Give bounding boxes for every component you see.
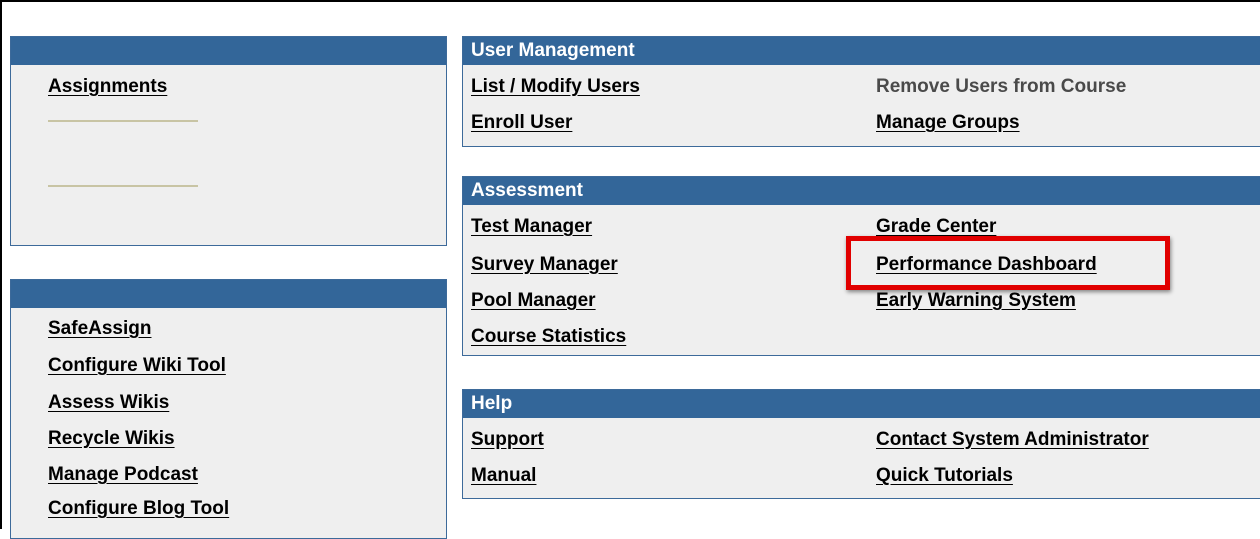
list-modify-users-link[interactable]: List / Modify Users [471, 76, 640, 98]
highlight-box [846, 236, 1170, 290]
grade-center-link[interactable]: Grade Center [876, 216, 996, 238]
assessment-header: Assessment [463, 177, 1260, 205]
separator [48, 185, 198, 187]
manual-link[interactable]: Manual [471, 465, 536, 487]
early-warning-system-link[interactable]: Early Warning System [876, 290, 1076, 312]
manage-podcast-link[interactable]: Manage Podcast [48, 464, 198, 486]
left-bottom-panel-header [11, 280, 446, 308]
manage-groups-link[interactable]: Manage Groups [876, 112, 1020, 134]
quick-tutorials-link[interactable]: Quick Tutorials [876, 465, 1013, 487]
configure-blog-tool-link[interactable]: Configure Blog Tool [48, 498, 229, 520]
safeassign-link[interactable]: SafeAssign [48, 318, 151, 340]
help-header: Help [463, 390, 1260, 418]
enroll-user-link[interactable]: Enroll User [471, 112, 572, 134]
left-top-panel [10, 36, 447, 246]
remove-users-from-course-label: Remove Users from Course [876, 76, 1127, 97]
survey-manager-link[interactable]: Survey Manager [471, 254, 618, 276]
recycle-wikis-link[interactable]: Recycle Wikis [48, 428, 175, 450]
support-link[interactable]: Support [471, 429, 544, 451]
contact-system-administrator-link[interactable]: Contact System Administrator [876, 429, 1149, 451]
user-management-header: User Management [463, 37, 1260, 65]
pool-manager-link[interactable]: Pool Manager [471, 290, 596, 312]
course-statistics-link[interactable]: Course Statistics [471, 326, 626, 348]
separator [48, 120, 198, 122]
configure-wiki-tool-link[interactable]: Configure Wiki Tool [48, 355, 226, 377]
assess-wikis-link[interactable]: Assess Wikis [48, 392, 169, 414]
assignments-link[interactable]: Assignments [48, 76, 167, 98]
test-manager-link[interactable]: Test Manager [471, 216, 592, 238]
left-top-panel-header [11, 37, 446, 65]
